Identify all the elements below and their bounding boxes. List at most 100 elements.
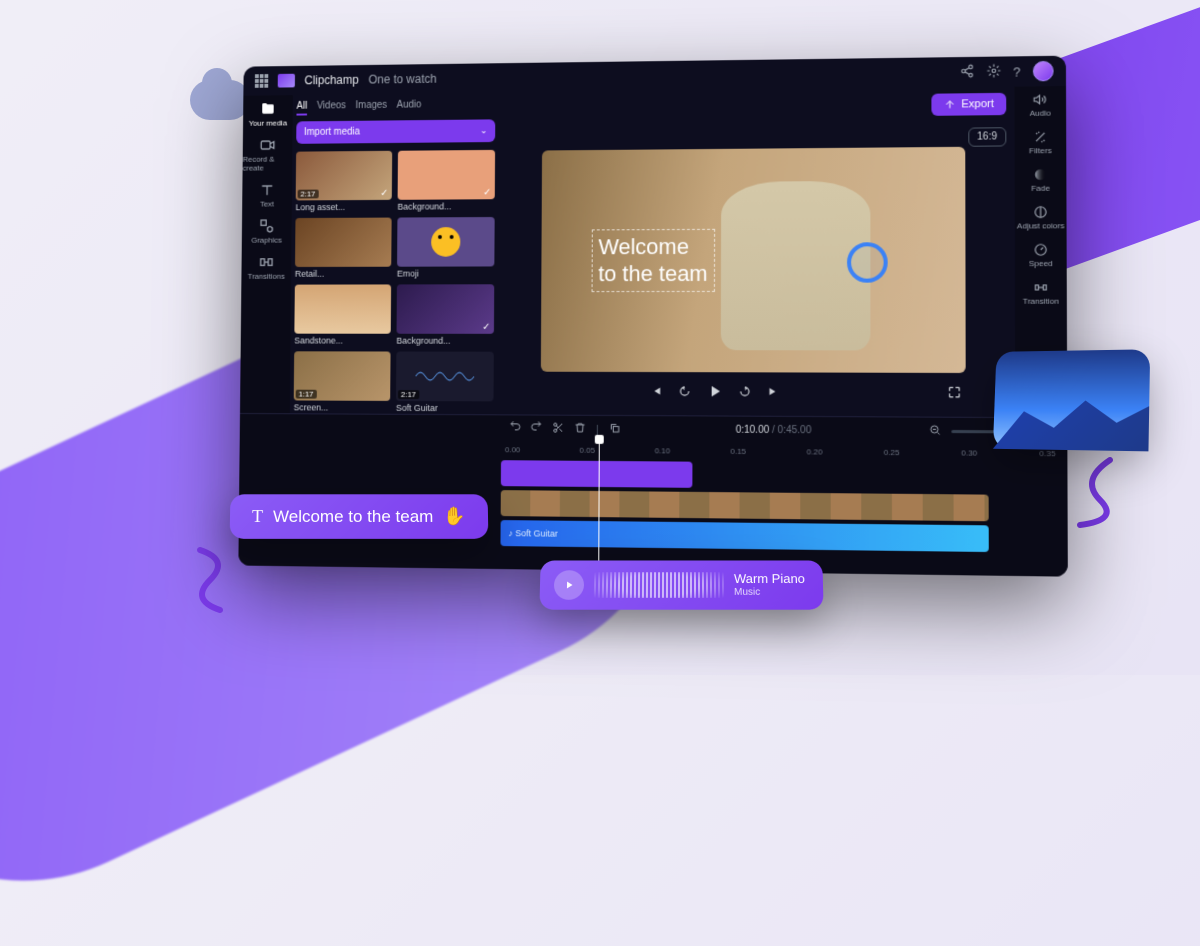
preview-canvas[interactable]: Welcome to the team [541, 147, 966, 373]
skip-end-icon[interactable] [766, 384, 780, 403]
floating-title-chip: T Welcome to the team ✋ [230, 494, 489, 539]
project-name[interactable]: One to watch [368, 72, 436, 87]
preview-area: Export 16:9 Welcome to the team [501, 87, 1015, 417]
duration-badge: 2:17 [298, 190, 319, 199]
app-logo-icon [278, 74, 295, 88]
sidebar-label: Graphics [251, 236, 282, 245]
media-item[interactable]: 2:17✓Long asset... [296, 151, 393, 212]
undo-icon[interactable] [509, 421, 521, 436]
tool-audio[interactable]: Audio [1030, 92, 1051, 118]
video-overlay-circle [847, 242, 888, 282]
sidebar-label: Record & create [243, 155, 293, 173]
ruler-tick: 0.30 [961, 448, 977, 457]
user-avatar[interactable] [1033, 61, 1054, 81]
scissors-icon[interactable] [552, 422, 564, 437]
trash-icon[interactable] [574, 422, 586, 437]
media-grid: 2:17✓Long asset... ✓Background... Retail… [294, 150, 495, 413]
music-name: Warm Piano [734, 573, 805, 587]
speaker-icon [1033, 92, 1047, 106]
camera-icon [260, 137, 275, 153]
media-item[interactable]: Sandstone... [294, 284, 391, 345]
app-launcher-icon[interactable] [255, 74, 268, 88]
waveform-icon [416, 364, 475, 388]
export-button[interactable]: Export [932, 93, 1007, 116]
copy-icon[interactable] [609, 422, 621, 437]
fullscreen-icon[interactable] [947, 385, 961, 404]
speed-icon [1033, 243, 1048, 257]
tool-label: Speed [1029, 259, 1053, 268]
media-item[interactable]: Retail... [295, 218, 392, 279]
share-icon[interactable] [960, 63, 974, 80]
forward-icon[interactable] [738, 384, 752, 403]
tool-speed[interactable]: Speed [1029, 243, 1053, 269]
tab-videos[interactable]: Videos [317, 100, 346, 115]
tool-label: Audio [1030, 109, 1051, 118]
sidebar-item-graphics[interactable]: Graphics [251, 218, 282, 245]
app-name: Clipchamp [304, 73, 358, 87]
rewind-icon[interactable] [678, 384, 692, 403]
graphics-icon [259, 218, 274, 234]
aspect-ratio-button[interactable]: 16:9 [968, 127, 1007, 147]
left-sidebar: Your media Record & create Text Graphics… [240, 95, 293, 413]
media-label: Sandstone... [294, 336, 390, 346]
ruler-tick: 0.35 [1039, 448, 1055, 457]
ruler-tick: 0.25 [884, 447, 900, 456]
sidebar-item-media[interactable]: Your media [249, 101, 288, 128]
ruler-tick: 0.15 [730, 446, 746, 455]
tab-all[interactable]: All [296, 101, 307, 116]
help-icon[interactable]: ? [1013, 64, 1020, 79]
media-item[interactable]: ✓Background... [396, 284, 494, 345]
export-label: Export [961, 98, 994, 110]
media-label: Retail... [295, 269, 391, 279]
video-clip[interactable] [501, 490, 989, 521]
overlay-line: Welcome [598, 234, 689, 259]
playback-controls [501, 372, 1007, 417]
audio-clip[interactable]: ♪ Soft Guitar [500, 520, 988, 552]
media-item[interactable]: ✓Background... [397, 150, 495, 212]
import-label: Import media [304, 127, 360, 138]
sidebar-label: Your media [249, 119, 287, 128]
import-media-button[interactable]: Import media ⌄ [296, 119, 495, 143]
ruler-tick: 0.10 [655, 446, 671, 455]
check-icon: ✓ [380, 188, 390, 198]
tool-label: Filters [1029, 146, 1052, 155]
sidebar-item-transitions[interactable]: Transitions [248, 254, 285, 280]
waveform-icon [594, 572, 724, 598]
sidebar-item-record[interactable]: Record & create [243, 137, 293, 172]
tool-fade[interactable]: Fade [1031, 167, 1050, 193]
media-item[interactable]: 1:17 Screen... [294, 351, 391, 412]
tool-label: Adjust colors [1017, 221, 1064, 230]
play-button[interactable] [706, 382, 724, 405]
sparkle-icon [1033, 130, 1048, 144]
floating-image-chip [993, 349, 1150, 451]
media-item[interactable]: 2:17Soft Guitar [396, 352, 494, 414]
sidebar-item-text[interactable]: Text [259, 182, 275, 208]
media-label: Background... [397, 201, 494, 211]
current-time: 0:10.00 [736, 425, 770, 436]
title-clip[interactable] [501, 460, 692, 488]
text-overlay[interactable]: Welcome to the team [591, 229, 715, 292]
transitions-icon [259, 254, 274, 270]
tool-transition[interactable]: Transition [1023, 280, 1059, 306]
redo-icon[interactable] [531, 421, 543, 436]
media-label: Soft Guitar [396, 403, 494, 413]
tool-filters[interactable]: Filters [1029, 130, 1052, 156]
media-item[interactable]: Emoji [397, 217, 495, 279]
play-icon [554, 570, 585, 600]
text-icon [259, 182, 274, 198]
tool-colors[interactable]: Adjust colors [1017, 205, 1064, 231]
tab-audio[interactable]: Audio [397, 100, 422, 115]
skip-start-icon[interactable] [650, 384, 664, 403]
chevron-down-icon: ⌄ [480, 125, 487, 136]
decorative-cloud [190, 80, 250, 120]
ruler-tick: 0.20 [807, 447, 823, 456]
fade-icon [1033, 167, 1048, 181]
timeline-tracks[interactable]: ♪ Soft Guitar [500, 456, 1057, 576]
duration-badge: 1:17 [296, 390, 317, 399]
contrast-icon [1033, 205, 1048, 219]
tab-images[interactable]: Images [355, 100, 387, 115]
settings-icon[interactable] [986, 63, 1000, 80]
media-label: Screen... [294, 402, 391, 412]
sidebar-label: Text [260, 200, 274, 209]
zoom-out-icon[interactable] [929, 424, 941, 439]
